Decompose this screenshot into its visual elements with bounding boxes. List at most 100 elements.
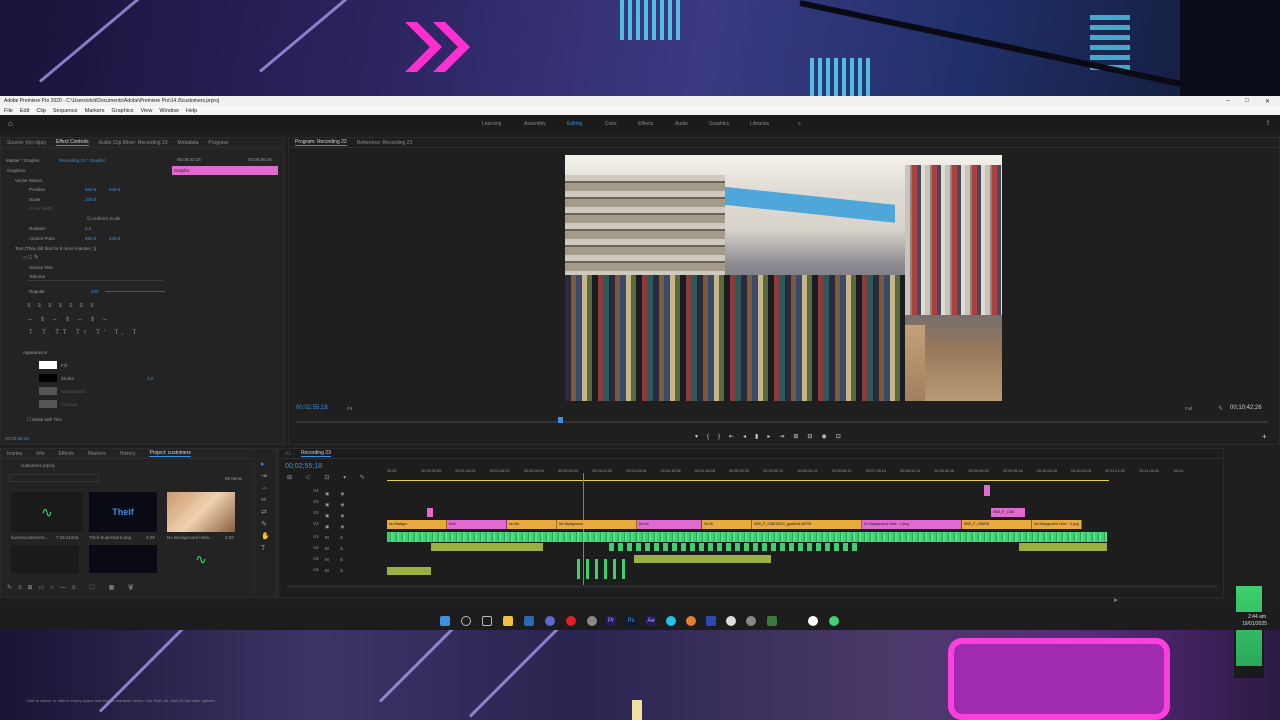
after-effects-icon[interactable]: Ae xyxy=(646,616,656,626)
graphic-clip[interactable] xyxy=(427,508,433,517)
mask-tools-icon[interactable]: ○ □ ✎ xyxy=(23,254,39,261)
tab-effect-controls[interactable]: Effect Controls xyxy=(55,139,89,146)
stroke-swatch[interactable] xyxy=(39,374,57,382)
track-toggle-icons[interactable]: ▣ ◉ ▣ ◉ ▣ ◉ ▣ ◉ M S M S M S M S xyxy=(325,488,355,576)
audio-clip[interactable] xyxy=(431,543,543,551)
audio-clip[interactable] xyxy=(1019,543,1107,551)
tab-libraries[interactable]: braries xyxy=(7,451,22,457)
tab-progress[interactable]: Progress xyxy=(208,140,228,146)
video-clip[interactable]: No Backgro xyxy=(387,520,447,529)
workspace-effects[interactable]: Effects xyxy=(638,121,653,127)
menu-clip[interactable]: Clip xyxy=(36,108,45,114)
tab-history[interactable]: History xyxy=(120,451,136,457)
video-clip[interactable]: No Background xyxy=(557,520,637,529)
graphic-clip-bar[interactable]: Graphic xyxy=(172,166,278,175)
graphic-clip[interactable] xyxy=(984,485,990,496)
workspace-libraries[interactable]: Libraries xyxy=(750,121,769,127)
work-area-bar[interactable] xyxy=(387,480,1109,481)
menu-graphics[interactable]: Graphics xyxy=(112,108,134,114)
tab-project[interactable]: Project: customers xyxy=(149,450,191,457)
font-select[interactable]: Tahoma xyxy=(27,273,163,281)
tab-info[interactable]: Info xyxy=(36,451,44,457)
selection-tool-icon[interactable]: ▸ xyxy=(261,459,271,471)
tab-program[interactable]: Program: Recording 23 xyxy=(295,139,347,146)
tab-source[interactable]: Source: (no clips) xyxy=(7,140,46,146)
spacing-icons[interactable]: ⇔⇕⇔⇕⇔⇕⇔ xyxy=(27,316,115,323)
video-clip[interactable]: No Background Here - 3.png xyxy=(862,520,962,529)
tab-effects[interactable]: Effects xyxy=(59,451,74,457)
tab-metadata[interactable]: Metadata xyxy=(178,140,199,146)
opera-icon[interactable] xyxy=(566,616,576,626)
timeline-ruler[interactable]: 00;00 00;00;32;00 00;01;04;02 00;01;36;02 00… xyxy=(387,469,1221,479)
spotify-icon[interactable] xyxy=(829,616,839,626)
menu-edit[interactable]: Edit xyxy=(20,108,29,114)
menu-file[interactable]: File xyxy=(4,108,13,114)
timeline-tool-icons[interactable]: ⊞ ⊂ ⊡ ▾ ✎ xyxy=(287,474,371,481)
audio-clip[interactable] xyxy=(387,567,431,575)
scale-value[interactable]: 100.0 xyxy=(85,197,96,202)
transport-controls[interactable]: ▾{}⇤◂▮▸⇥⊞⊟◉⊡ xyxy=(695,433,850,440)
background-swatch[interactable] xyxy=(39,387,57,395)
graphic-clip[interactable]: SBD_P_1188 xyxy=(991,508,1025,517)
cat-thumbnail[interactable] xyxy=(167,492,235,532)
rotation-value[interactable]: 0.0 xyxy=(85,226,91,231)
premiere-pro-icon[interactable]: Pr xyxy=(606,616,616,626)
sequence-label[interactable]: Recording 23 * Graphic xyxy=(59,158,106,163)
project-thumb-4[interactable] xyxy=(11,545,79,573)
windows-start-icon[interactable] xyxy=(440,616,450,626)
share-icon[interactable]: ⇪ xyxy=(1265,119,1271,127)
minimize-icon[interactable]: – xyxy=(1226,98,1229,105)
anchor-y[interactable]: 540.0 xyxy=(109,236,120,241)
project-search-input[interactable] xyxy=(9,474,99,482)
uniform-scale-checkbox[interactable]: ☑ Uniform Scale xyxy=(87,216,121,222)
settings-icon[interactable] xyxy=(746,616,756,626)
menu-window[interactable]: Window xyxy=(159,108,179,114)
workspace-assembly[interactable]: Assembly xyxy=(524,121,546,127)
search-icon[interactable] xyxy=(461,616,471,626)
workspace-audio[interactable]: Audio xyxy=(675,121,688,127)
workspace-color[interactable]: Color xyxy=(605,121,617,127)
steam-icon[interactable] xyxy=(524,616,534,626)
photoshop-icon[interactable]: Ps xyxy=(626,616,636,626)
file-explorer-icon[interactable] xyxy=(503,616,513,626)
close-icon[interactable]: ✕ xyxy=(1265,98,1270,105)
project-thumb-5[interactable] xyxy=(89,545,157,573)
program-video-frame[interactable] xyxy=(565,155,1002,401)
workspace-graphics[interactable]: Graphics xyxy=(709,121,729,127)
program-playhead[interactable] xyxy=(558,417,563,423)
video-clip[interactable]: thief xyxy=(447,520,507,529)
video-clip[interactable]: No Bl xyxy=(702,520,752,529)
align-icons[interactable]: ≡≡≡≡≡≡≡ xyxy=(27,303,101,309)
wrench-icon[interactable]: ✎ xyxy=(1218,405,1223,412)
tab-reference[interactable]: Reference: Recording 23 xyxy=(357,140,413,146)
github-icon[interactable] xyxy=(587,616,597,626)
menu-help[interactable]: Help xyxy=(186,108,197,114)
workspace-learning[interactable]: Learning xyxy=(482,121,501,127)
position-y[interactable]: 540.0 xyxy=(109,187,120,192)
discord-icon[interactable] xyxy=(545,616,555,626)
quality-select[interactable]: Full xyxy=(1185,406,1192,411)
home-icon[interactable]: ⌂ xyxy=(8,119,13,128)
project-toolbar-icons[interactable]: ✎≡⊞▭○—≡ 🗀 ▦ 🗑 xyxy=(7,583,139,593)
shadow-swatch[interactable] xyxy=(39,400,57,408)
size-value[interactable]: 100 xyxy=(91,289,99,294)
program-scrubber[interactable] xyxy=(296,421,1268,423)
blender-icon[interactable] xyxy=(686,616,696,626)
tab-audio-clip-mixer[interactable]: Audio Clip Mixer: Recording 23 xyxy=(99,140,168,146)
fit-select[interactable]: Fit xyxy=(347,406,352,411)
video-clip[interactable]: No Ba xyxy=(637,520,702,529)
task-view-icon[interactable] xyxy=(482,616,492,626)
workspace-editing[interactable]: Editing xyxy=(567,121,582,127)
maximize-icon[interactable]: □ xyxy=(1245,98,1249,105)
text-style-icons[interactable]: T T TT Tт T' T, T xyxy=(29,330,140,336)
menu-markers[interactable]: Markers xyxy=(85,108,105,114)
app-icon[interactable] xyxy=(706,616,716,626)
timeline-timecode[interactable]: 00;02;55;18 xyxy=(285,463,322,470)
audio-clip[interactable] xyxy=(577,559,627,579)
menu-view[interactable]: View xyxy=(141,108,153,114)
audio-waveform-icon[interactable]: ∿ xyxy=(11,492,83,532)
position-x[interactable]: 960.0 xyxy=(85,187,96,192)
timeline-scrollbar[interactable] xyxy=(287,585,1217,588)
anchor-x[interactable]: 960.0 xyxy=(85,236,96,241)
video-clip[interactable]: SBD_P_235878021_gpathuhi-BKTM xyxy=(752,520,862,529)
